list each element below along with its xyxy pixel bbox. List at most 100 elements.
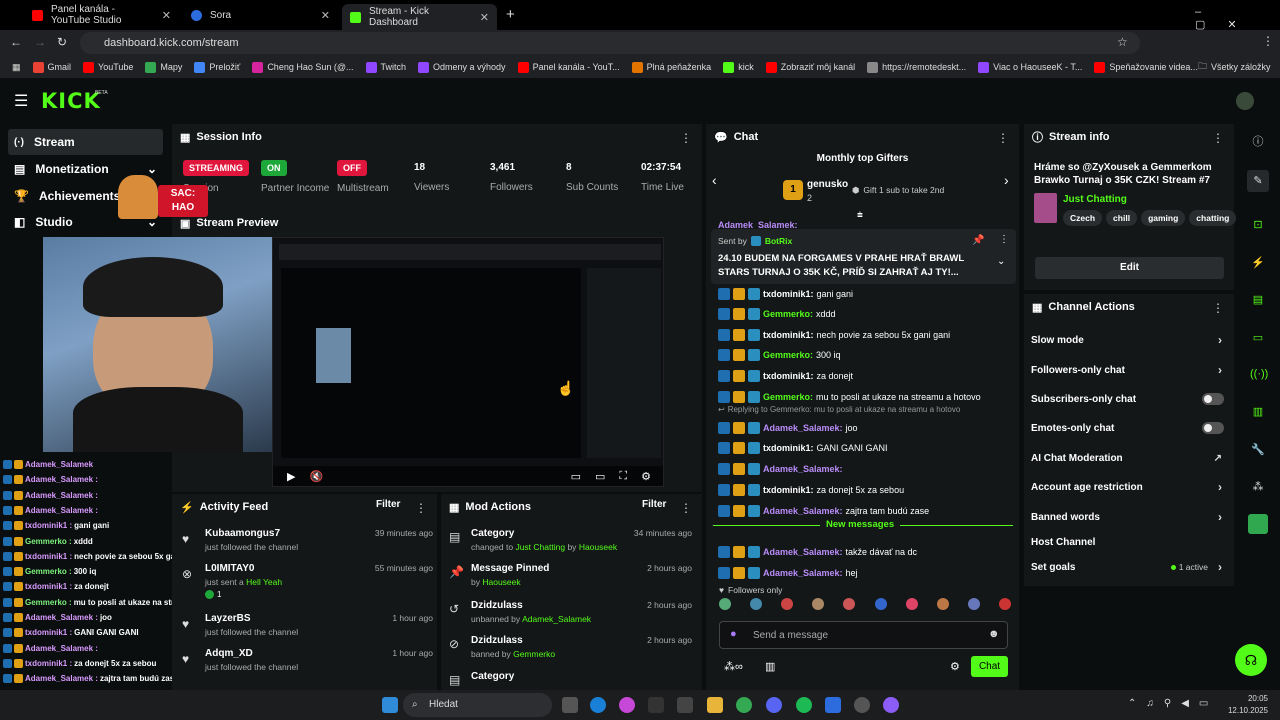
spotify-icon[interactable] xyxy=(796,697,812,713)
all-bookmarks[interactable]: 🗀 Všetky záložky xyxy=(1198,59,1271,75)
layout-icon[interactable]: ▥ xyxy=(1250,405,1266,421)
tag[interactable]: chill xyxy=(1106,210,1138,226)
reload-icon[interactable]: ↻ xyxy=(57,35,67,49)
emote-icon[interactable] xyxy=(998,598,1011,610)
mute-icon[interactable]: 🔇 xyxy=(309,470,323,483)
pencil-icon[interactable]: ✎ xyxy=(1247,170,1269,192)
emoji-icon[interactable]: ☻ xyxy=(988,628,1000,640)
scroll-icon[interactable]: ⩧ xyxy=(857,210,863,221)
edit-button[interactable]: Edit xyxy=(1035,257,1224,279)
emote-icon[interactable] xyxy=(719,598,731,610)
close-icon[interactable]: ✕ xyxy=(480,11,489,24)
folder-icon[interactable] xyxy=(707,697,723,713)
emote-icon[interactable] xyxy=(781,598,794,610)
more-icon[interactable]: ⋮ xyxy=(1212,131,1224,145)
chrome-icon[interactable] xyxy=(736,697,752,713)
chat-bubble-icon[interactable]: ▭ xyxy=(1250,331,1266,347)
slow-mode-item[interactable]: Slow mode › xyxy=(1031,328,1226,352)
emote-icon[interactable] xyxy=(843,598,856,610)
chevron-right-icon[interactable]: › xyxy=(1004,172,1009,188)
copilot-icon[interactable] xyxy=(619,697,635,713)
theater-icon[interactable]: ▭ xyxy=(595,470,605,483)
chat-username[interactable]: txdominik1: xyxy=(763,289,814,299)
discord-icon[interactable] xyxy=(766,697,782,713)
bookmark-item[interactable]: kick xyxy=(723,61,754,73)
chat-username[interactable]: Adamek_Salamek: xyxy=(763,568,843,578)
bookmark-item[interactable]: Twitch xyxy=(365,61,406,73)
close-icon[interactable]: ✕ xyxy=(162,9,171,22)
target-icon[interactable]: ⊡ xyxy=(1250,218,1266,234)
bookmark-item[interactable]: Zobraziť môj kanál xyxy=(765,61,855,73)
tab-sora[interactable]: Sora ✕ xyxy=(183,4,338,26)
store-icon[interactable]: ▥ xyxy=(765,660,775,673)
broadcast-icon[interactable]: ((·)) xyxy=(1250,368,1268,384)
chat-username[interactable]: Adamek_Salamek: xyxy=(763,506,843,516)
url-field[interactable]: dashboard.kick.com/stream xyxy=(80,32,1140,54)
subscribers-only-item[interactable]: Subscribers-only chat xyxy=(1031,387,1226,411)
chat-username[interactable]: Gemmerko: xyxy=(763,392,813,402)
chat-username[interactable]: Gemmerko: xyxy=(763,350,813,360)
gifter-name[interactable]: genusko xyxy=(807,179,848,190)
more-icon[interactable]: ⋮ xyxy=(415,501,427,515)
info-icon[interactable]: ⓘ xyxy=(1250,133,1266,149)
app-icon[interactable] xyxy=(648,697,664,713)
emote-icon[interactable] xyxy=(905,598,918,610)
chat-username[interactable]: Gemmerko: xyxy=(763,309,813,319)
chat-username[interactable]: Adamek_Salamek: xyxy=(763,547,843,557)
taskbar-search[interactable]: ⌕ Hledat xyxy=(403,693,552,717)
tray-icons[interactable]: ⌃♫⚲◀▭ xyxy=(1128,698,1218,709)
emotes-only-toggle[interactable] xyxy=(1202,422,1224,434)
obs-icon[interactable] xyxy=(883,697,899,713)
mic-icon[interactable]: ● xyxy=(730,628,737,640)
tag[interactable]: gaming xyxy=(1141,210,1186,226)
bookmark-item[interactable]: Odmeny a výhody xyxy=(418,61,506,73)
chevron-down-icon[interactable]: ⌄ xyxy=(997,256,1005,267)
chat-username[interactable]: txdominik1: xyxy=(763,485,814,495)
bookmark-item[interactable]: https://remotedeskt... xyxy=(867,61,966,73)
host-channel-item[interactable]: Host Channel xyxy=(1031,530,1226,554)
account-age-item[interactable]: Account age restriction › xyxy=(1031,475,1226,499)
star-icon[interactable]: ☆ xyxy=(1117,35,1128,49)
bookmark-item[interactable]: YouTube xyxy=(83,61,133,73)
back-icon[interactable]: ← xyxy=(10,35,22,49)
windows-start-icon[interactable] xyxy=(382,697,398,713)
emotes-only-item[interactable]: Emotes-only chat xyxy=(1031,416,1226,440)
emote-icon[interactable] xyxy=(936,598,949,610)
play-icon[interactable]: ▶ xyxy=(287,470,295,483)
more-icon[interactable]: ⋮ xyxy=(680,131,692,145)
tag[interactable]: Czech xyxy=(1063,210,1103,226)
more-icon[interactable]: ⋮ xyxy=(999,234,1009,245)
extensions-icon[interactable]: ⁂ xyxy=(1250,480,1266,496)
support-button[interactable]: ☊ xyxy=(1235,644,1267,676)
tab-kick-dashboard[interactable]: Stream - Kick Dashboard ✕ xyxy=(342,4,497,30)
chat-username[interactable]: Adamek_Salamek: xyxy=(763,423,843,433)
bookmark-item[interactable]: Cheng Hao Sun (@... xyxy=(252,61,354,73)
settings-icon[interactable]: ⚙ xyxy=(641,470,651,483)
app-icon[interactable] xyxy=(825,697,841,713)
category-name[interactable]: Just Chatting xyxy=(1063,194,1127,205)
wrench-icon[interactable]: 🔧 xyxy=(1250,443,1266,459)
chat-input[interactable]: ● Send a message ☻ xyxy=(719,621,1008,649)
taskview-icon[interactable] xyxy=(562,697,578,713)
more-icon[interactable]: ⋮ xyxy=(997,131,1009,145)
banned-words-item[interactable]: Banned words › xyxy=(1031,505,1226,529)
tab-youtube-studio[interactable]: Panel kanála - YouTube Studio ✕ xyxy=(24,4,179,26)
pin-icon[interactable]: 📌 xyxy=(972,235,984,246)
ai-moderation-item[interactable]: AI Chat Moderation ↗ xyxy=(1031,446,1226,470)
bolt-icon[interactable]: ⚡ xyxy=(1250,256,1266,272)
settings-icon[interactable]: ⚙ xyxy=(950,660,960,673)
infinity-icon[interactable]: ⁂∞ xyxy=(724,660,743,673)
app-icon[interactable] xyxy=(854,697,870,713)
video-player[interactable]: ▶ 🔇 ▭ ▭ ⛶ ⚙ ☝ xyxy=(272,237,664,487)
sidebar-item-stream[interactable]: (·) Stream xyxy=(8,129,163,155)
bookmark-item[interactable]: Mapy xyxy=(145,61,182,73)
close-icon[interactable]: ✕ xyxy=(321,9,330,22)
window-controls[interactable]: –▢✕ xyxy=(1195,6,1280,31)
emote-icon[interactable] xyxy=(812,598,825,610)
bookmark-item[interactable]: Preložiť xyxy=(194,61,240,73)
chat-username[interactable]: txdominik1: xyxy=(763,443,814,453)
bookmark-item[interactable]: Speňažovanie videa... xyxy=(1094,61,1198,73)
bookmark-item[interactable]: Plná peňaženka xyxy=(631,61,711,73)
set-goals-item[interactable]: Set goals 1 active › xyxy=(1031,555,1226,579)
chat-username[interactable]: txdominik1: xyxy=(763,330,814,340)
